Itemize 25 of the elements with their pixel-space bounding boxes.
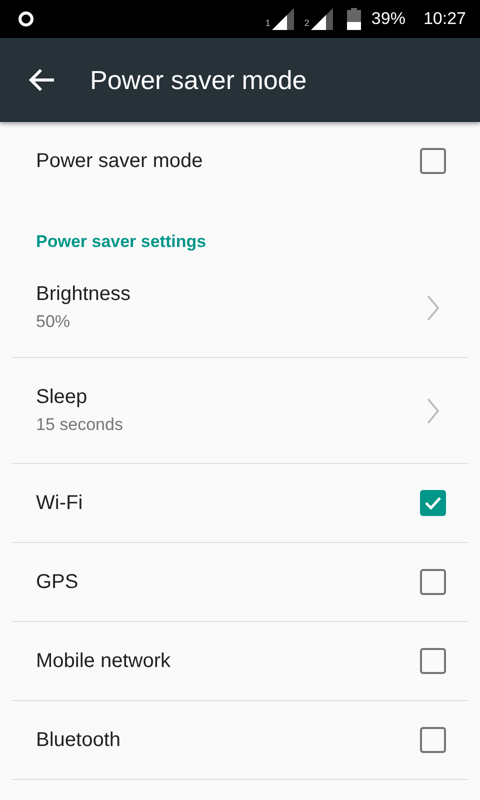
setting-label: Brightness bbox=[36, 283, 132, 306]
checkbox[interactable] bbox=[420, 490, 446, 516]
setting-label: Power saver mode bbox=[36, 150, 204, 172]
setting-label: Bluetooth bbox=[36, 728, 122, 752]
signal-icon bbox=[272, 8, 294, 30]
battery-icon bbox=[347, 8, 362, 30]
checkbox[interactable] bbox=[420, 148, 446, 174]
setting-label: Mobile network bbox=[36, 650, 172, 672]
sim-label: 1 bbox=[265, 18, 270, 28]
target-icon bbox=[18, 11, 34, 27]
back-button[interactable] bbox=[28, 66, 56, 94]
setting-label: Wi-Fi bbox=[36, 492, 84, 514]
setting-label: Sleep bbox=[36, 386, 88, 409]
checkbox[interactable] bbox=[420, 648, 446, 674]
checkbox[interactable] bbox=[420, 569, 446, 595]
section-header: Power saver settings bbox=[36, 232, 206, 251]
setting-summary: 50% bbox=[36, 312, 72, 332]
battery-percentage: 39% bbox=[371, 9, 406, 29]
sim-label: 2 bbox=[304, 18, 310, 28]
clock: 10:27 bbox=[423, 9, 466, 29]
setting-summary: 15 seconds bbox=[36, 415, 124, 435]
setting-label: GPS bbox=[36, 570, 80, 594]
checkbox[interactable] bbox=[420, 727, 446, 753]
signal-icon bbox=[311, 8, 334, 30]
toolbar-title: Power saver mode bbox=[90, 64, 307, 96]
